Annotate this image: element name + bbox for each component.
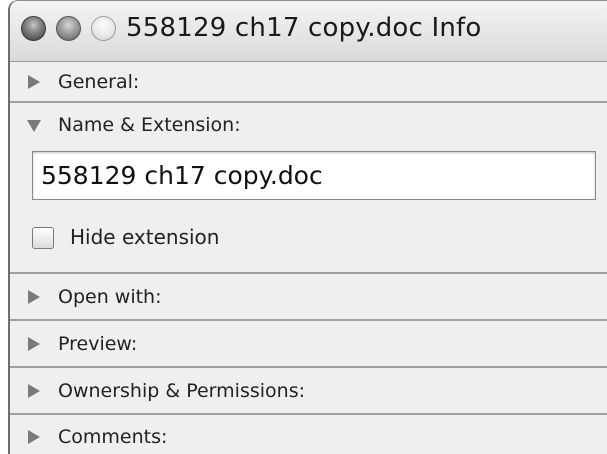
info-window: 558129 ch17 copy.doc Info General: Name …	[8, 0, 607, 454]
section-name-extension-label: Name & Extension:	[58, 114, 241, 136]
title-bar[interactable]: 558129 ch17 copy.doc Info	[10, 1, 607, 62]
triangle-right-icon[interactable]	[26, 336, 42, 352]
section-comments-label: Comments:	[58, 426, 168, 448]
section-preview: Preview:	[10, 321, 607, 367]
window-title: 558129 ch17 copy.doc Info	[126, 13, 482, 43]
triangle-right-icon[interactable]	[26, 383, 42, 399]
filename-input[interactable]	[32, 151, 596, 200]
triangle-right-icon[interactable]	[26, 74, 42, 90]
section-ownership: Ownership & Permissions:	[10, 368, 607, 414]
section-name-extension: Name & Extension:	[10, 103, 607, 147]
hide-extension-label[interactable]: Hide extension	[70, 225, 219, 249]
section-preview-label: Preview:	[58, 333, 138, 355]
triangle-right-icon[interactable]	[26, 429, 42, 445]
triangle-down-icon[interactable]	[26, 117, 42, 133]
section-name-extension-header[interactable]: Name & Extension:	[10, 103, 607, 147]
section-general-label: General:	[58, 71, 140, 93]
section-general-header[interactable]: General:	[10, 62, 607, 102]
close-button-icon[interactable]	[21, 16, 46, 41]
section-open-with: Open with:	[10, 274, 607, 320]
section-general: General:	[10, 62, 607, 102]
section-comments-header[interactable]: Comments:	[10, 415, 607, 454]
hide-extension-checkbox[interactable]	[32, 227, 54, 249]
section-open-with-label: Open with:	[58, 286, 162, 308]
section-ownership-header[interactable]: Ownership & Permissions:	[10, 368, 607, 414]
section-comments: Comments:	[10, 415, 607, 454]
section-open-with-header[interactable]: Open with:	[10, 274, 607, 320]
triangle-right-icon[interactable]	[26, 289, 42, 305]
zoom-button-icon[interactable]	[91, 16, 116, 41]
section-ownership-label: Ownership & Permissions:	[58, 380, 305, 402]
section-preview-header[interactable]: Preview:	[10, 321, 607, 367]
minimize-button-icon[interactable]	[56, 16, 81, 41]
